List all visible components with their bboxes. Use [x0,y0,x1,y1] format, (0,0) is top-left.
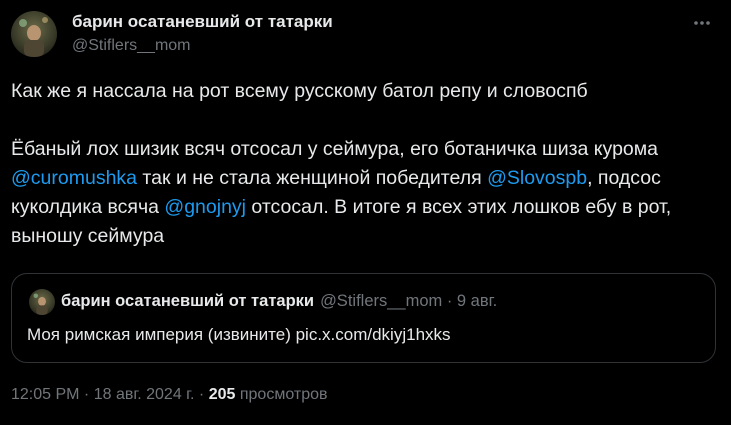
tweet-footer: 12:05 PM · 18 авг. 2024 г. · 205 просмот… [11,386,327,404]
quoted-author-avatar [29,289,55,315]
quoted-tweet-text: Моя римская империя (извините) pic.x.com… [27,325,451,344]
quoted-tweet[interactable] [11,273,716,363]
tweet-text: Как же я нассала на рот всему русскому б… [11,77,716,251]
more-options-button[interactable] [688,9,716,37]
tweet-timestamp[interactable]: 12:05 PM · 18 авг. 2024 г. [11,386,194,403]
author-handle[interactable]: @Stiflers__mom [72,37,191,55]
views-count: 205 [208,386,236,403]
mention-link[interactable]: @gnojnyj [164,196,246,218]
tweet-paragraph-1: Как же я нассала на рот всему русскому б… [11,80,588,102]
tweet-text-segment: Ёбаный лох шизик всяч отсосал у сеймура,… [11,138,659,160]
views-label: просмотров [235,386,328,403]
quoted-author-meta: @Stiflers__mom · 9 авг. [320,292,498,310]
quoted-author-name: барин осатаневший от татарки [61,292,315,310]
footer-separator: · [194,386,209,403]
mention-link[interactable]: @curomushka [11,167,137,189]
author-avatar[interactable] [11,11,57,57]
tweet-paragraph-2: Ёбаный лох шизик всяч отсосал у сеймура,… [11,135,716,251]
tweet-text-segment: так и не стала женщиной победителя [137,167,488,189]
mention-link[interactable]: @Slovospb [487,167,587,189]
more-horizontal-icon [694,21,710,25]
author-name[interactable]: барин осатаневший от татарки [72,12,333,32]
quoted-tweet-header: барин осатаневший от татарки @Stiflers__m… [61,292,497,311]
tweet-card: барин осатаневший от татарки @Stiflers__… [0,0,731,425]
